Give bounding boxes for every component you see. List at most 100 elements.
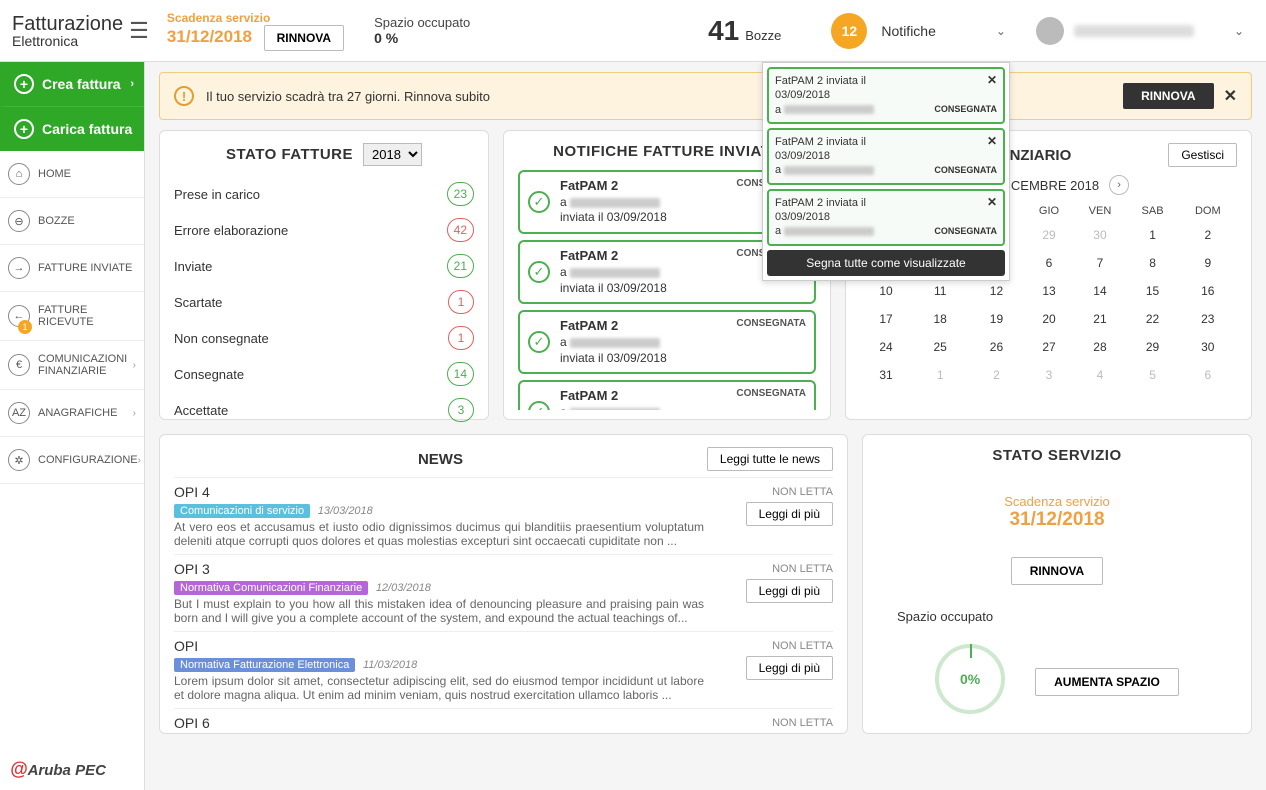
nav-icon: € (8, 354, 30, 376)
calendar-day[interactable]: 4 (1073, 361, 1126, 389)
calendar-day[interactable]: 13 (1025, 277, 1074, 305)
calendar-day[interactable]: 6 (1025, 249, 1074, 277)
sidebar-item[interactable]: AZANAGRAFICHE› (0, 390, 144, 437)
next-month-button[interactable]: › (1109, 175, 1129, 195)
ss-rinnova-button[interactable]: RINNOVA (1011, 557, 1103, 585)
calendar-day[interactable]: 12 (968, 277, 1024, 305)
calendar-day[interactable]: 8 (1127, 249, 1179, 277)
nav-icon: ✲ (8, 449, 30, 471)
news-tag: Comunicazioni di servizio (174, 504, 310, 518)
invoice-notification[interactable]: ✓FatPAM 2a inviata il 03/09/2018CONSEGNA… (518, 380, 816, 410)
gestisci-button[interactable]: Gestisci (1168, 143, 1237, 167)
calendar-day[interactable]: 28 (1073, 333, 1126, 361)
aruba-logo: @Aruba PEC (10, 759, 106, 780)
plus-icon: + (14, 74, 34, 94)
notifications-button[interactable]: 12 Notifiche ⌄ (811, 13, 1026, 49)
mark-all-read-button[interactable]: Segna tutte come visualizzate (767, 250, 1005, 276)
calendar-day[interactable]: 30 (1073, 221, 1126, 249)
dropdown-notification[interactable]: ✕FatPAM 2 inviata il03/09/2018a CONSEGNA… (767, 67, 1005, 124)
news-item-title: OPI 6 (174, 715, 833, 731)
leggi-tutte-button[interactable]: Leggi tutte le news (707, 447, 833, 471)
calendar-day[interactable]: 5 (1127, 361, 1179, 389)
close-icon[interactable]: ✕ (987, 73, 997, 89)
stato-row[interactable]: Consegnate14 (174, 356, 474, 392)
crea-fattura-button[interactable]: + Crea fattura › (0, 62, 144, 107)
sidebar-item[interactable]: ⌂HOME (0, 151, 144, 198)
leggi-di-piu-button[interactable]: Leggi di più (746, 656, 833, 680)
invoice-notification[interactable]: ✓FatPAM 2a inviata il 03/09/2018CONSEGNA… (518, 310, 816, 374)
news-tag: Normativa Comunicazioni Finanziarie (174, 581, 368, 595)
close-icon[interactable]: ✕ (987, 134, 997, 150)
news-date: 11/03/2018 (363, 659, 417, 671)
check-icon: ✓ (528, 191, 550, 213)
calendar-day[interactable]: 7 (1073, 249, 1126, 277)
scadenza-block: Scadenza servizio 31/12/2018 RINNOVA (167, 11, 344, 51)
calendar-day[interactable]: 1 (912, 361, 968, 389)
calendar-day[interactable]: 9 (1179, 249, 1237, 277)
calendar-day[interactable]: 16 (1179, 277, 1237, 305)
sidebar-item[interactable]: ←FATTURE RICEVUTE1 (0, 292, 144, 341)
calendar-day[interactable]: 18 (912, 305, 968, 333)
calendar-day[interactable]: 22 (1127, 305, 1179, 333)
calendar-day[interactable]: 27 (1025, 333, 1074, 361)
news-item: OPI Normativa Fatturazione Elettronica 1… (174, 631, 833, 708)
news-item: OPI 6 Nuove Funzionalità Fatturazione El… (174, 708, 833, 734)
nav-icon: AZ (8, 402, 30, 424)
calendar-day[interactable]: 25 (912, 333, 968, 361)
bozze-block[interactable]: 41 Bozze (708, 15, 781, 47)
calendar-day[interactable]: 31 (860, 361, 912, 389)
stato-row[interactable]: Scartate1 (174, 284, 474, 320)
dropdown-notification[interactable]: ✕FatPAM 2 inviata il03/09/2018a CONSEGNA… (767, 128, 1005, 185)
stato-row-label: Prese in carico (174, 187, 447, 202)
calendar-day[interactable]: 29 (1127, 333, 1179, 361)
calendar-day[interactable]: 30 (1179, 333, 1237, 361)
leggi-di-piu-button[interactable]: Leggi di più (746, 502, 833, 526)
stato-row[interactable]: Accettate3 (174, 392, 474, 428)
stato-row[interactable]: Inviate21 (174, 248, 474, 284)
dropdown-notification[interactable]: ✕FatPAM 2 inviata il03/09/2018a CONSEGNA… (767, 189, 1005, 246)
calendar-day[interactable]: 23 (1179, 305, 1237, 333)
calendar-day[interactable]: 15 (1127, 277, 1179, 305)
calendar-day[interactable]: 11 (912, 277, 968, 305)
calendar-day[interactable]: 24 (860, 333, 912, 361)
close-icon[interactable]: ✕ (1224, 86, 1237, 106)
status-badge: CONSEGNATA (736, 388, 806, 399)
user-menu[interactable]: ⌄ (1026, 17, 1254, 45)
calendar-day[interactable]: 19 (968, 305, 1024, 333)
leggi-di-piu-button[interactable]: Leggi di più (746, 579, 833, 603)
sidebar-item[interactable]: ✲CONFIGURAZIONE› (0, 437, 144, 484)
calendar-day[interactable]: 3 (1025, 361, 1074, 389)
scadenza-date: 31/12/2018 (167, 27, 252, 46)
sidebar-item[interactable]: ⊖BOZZE (0, 198, 144, 245)
stato-row[interactable]: Prese in carico23 (174, 176, 474, 212)
calendar-day[interactable]: 2 (968, 361, 1024, 389)
news-date: 12/03/2018 (376, 582, 431, 594)
calendar-day[interactable]: 17 (860, 305, 912, 333)
calendar-day[interactable]: 20 (1025, 305, 1074, 333)
calendar-day[interactable]: 2 (1179, 221, 1237, 249)
calendar-day[interactable]: 10 (860, 277, 912, 305)
close-icon[interactable]: ✕ (987, 195, 997, 211)
stato-row[interactable]: Errore elaborazione42 (174, 212, 474, 248)
sidebar-item[interactable]: €COMUNICAZIONI FINANZIARIE› (0, 341, 144, 390)
year-select[interactable]: 2018 (363, 143, 422, 166)
rinnova-button[interactable]: RINNOVA (264, 25, 344, 51)
calendar-day[interactable]: 14 (1073, 277, 1126, 305)
calendar-day[interactable]: 1 (1127, 221, 1179, 249)
calendar-day[interactable]: 21 (1073, 305, 1126, 333)
scadenza-label: Scadenza servizio (167, 11, 344, 25)
calendar-day[interactable]: 26 (968, 333, 1024, 361)
sidebar-item[interactable]: →FATTURE INVIATE (0, 245, 144, 292)
menu-toggle-icon[interactable]: ☰ (129, 18, 149, 44)
month-label: DICEMBRE 2018 (998, 178, 1099, 193)
carica-fattura-button[interactable]: + Carica fattura (0, 107, 144, 151)
calendar-day[interactable]: 6 (1179, 361, 1237, 389)
plus-icon: + (14, 119, 34, 139)
calendar-day[interactable]: 29 (1025, 221, 1074, 249)
check-icon: ✓ (528, 331, 550, 353)
news-item: OPI 4 Comunicazioni di servizio 13/03/20… (174, 477, 833, 554)
sidebar: + Crea fattura › + Carica fattura ⌂HOME⊖… (0, 62, 145, 790)
stato-row[interactable]: Non consegnate1 (174, 320, 474, 356)
aumenta-spazio-button[interactable]: AUMENTA SPAZIO (1035, 668, 1179, 696)
banner-rinnova-button[interactable]: RINNOVA (1123, 83, 1213, 109)
